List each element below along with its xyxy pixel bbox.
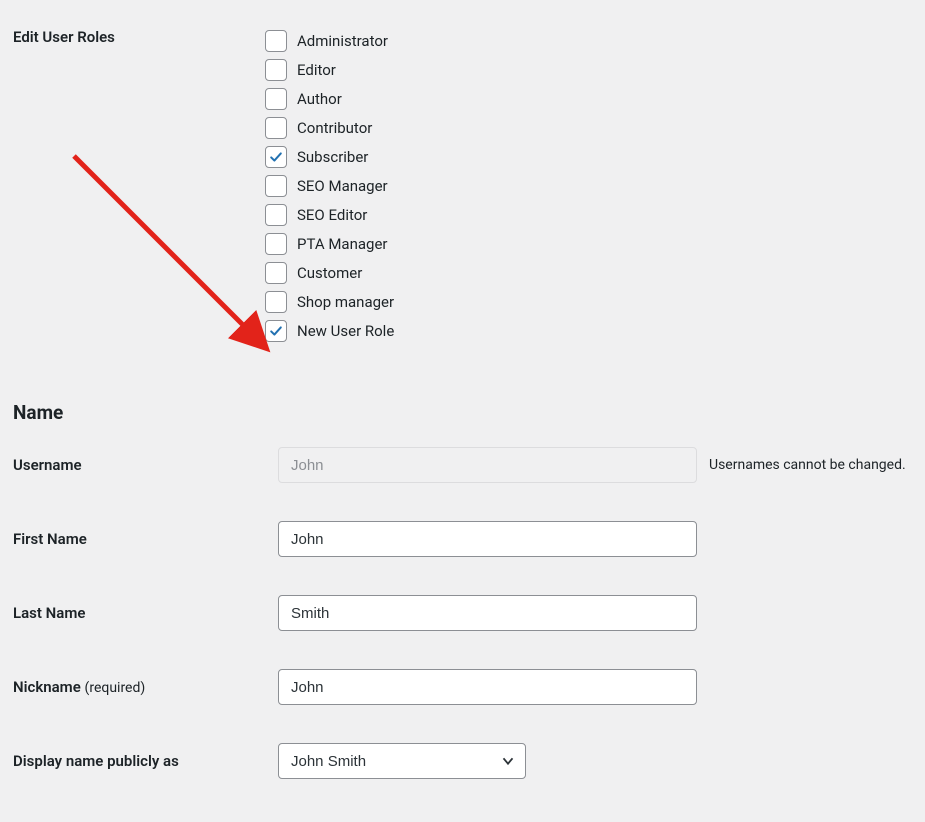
role-checkbox[interactable] <box>265 59 287 81</box>
nickname-label-text: Nickname <box>13 678 81 696</box>
role-checkbox[interactable] <box>265 262 287 284</box>
username-note: Usernames cannot be changed. <box>709 457 906 473</box>
role-checkbox[interactable] <box>265 146 287 168</box>
role-checkbox[interactable] <box>265 233 287 255</box>
role-checkbox-label[interactable]: Subscriber <box>297 148 368 166</box>
role-checkbox[interactable] <box>265 30 287 52</box>
roles-list: Administrator Editor Author Contributor Subs… <box>265 0 925 363</box>
role-checkbox-label[interactable]: PTA Manager <box>297 235 388 253</box>
role-checkbox-row: SEO Manager <box>265 171 915 200</box>
last-name-label: Last Name <box>0 576 278 650</box>
name-section-heading: Name <box>0 363 925 428</box>
first-name-input[interactable] <box>278 521 697 557</box>
username-label: Username <box>0 428 278 502</box>
display-name-select[interactable]: John Smith <box>278 743 526 779</box>
role-checkbox-label[interactable]: Author <box>297 90 342 108</box>
username-input <box>278 447 697 483</box>
role-checkbox-row: Customer <box>265 258 915 287</box>
role-checkbox-label[interactable]: Customer <box>297 264 362 282</box>
role-checkbox-row: PTA Manager <box>265 229 915 258</box>
role-checkbox[interactable] <box>265 88 287 110</box>
nickname-label: Nickname (required) <box>0 650 278 724</box>
role-checkbox-row: Author <box>265 84 915 113</box>
role-checkbox-row: Shop manager <box>265 287 915 316</box>
role-checkbox-label[interactable]: SEO Manager <box>297 177 388 195</box>
nickname-required-note: (required) <box>85 680 146 696</box>
role-checkbox[interactable] <box>265 291 287 313</box>
role-checkbox-row: SEO Editor <box>265 200 915 229</box>
role-checkbox-row: Contributor <box>265 113 915 142</box>
nickname-input[interactable] <box>278 669 697 705</box>
role-checkbox[interactable] <box>265 175 287 197</box>
role-checkbox[interactable] <box>265 117 287 139</box>
role-checkbox[interactable] <box>265 320 287 342</box>
role-checkbox-label[interactable]: Shop manager <box>297 293 394 311</box>
roles-label: Edit User Roles <box>0 0 265 74</box>
role-checkbox-row: Editor <box>265 55 915 84</box>
first-name-label: First Name <box>0 502 278 576</box>
role-checkbox-row: Administrator <box>265 26 915 55</box>
role-checkbox[interactable] <box>265 204 287 226</box>
display-name-label: Display name publicly as <box>0 724 278 798</box>
last-name-input[interactable] <box>278 595 697 631</box>
role-checkbox-row: Subscriber <box>265 142 915 171</box>
role-checkbox-row: New User Role <box>265 316 915 345</box>
role-checkbox-label[interactable]: New User Role <box>297 322 394 340</box>
role-checkbox-label[interactable]: SEO Editor <box>297 206 367 224</box>
role-checkbox-label[interactable]: Editor <box>297 61 336 79</box>
role-checkbox-label[interactable]: Contributor <box>297 119 372 137</box>
role-checkbox-label[interactable]: Administrator <box>297 32 388 50</box>
